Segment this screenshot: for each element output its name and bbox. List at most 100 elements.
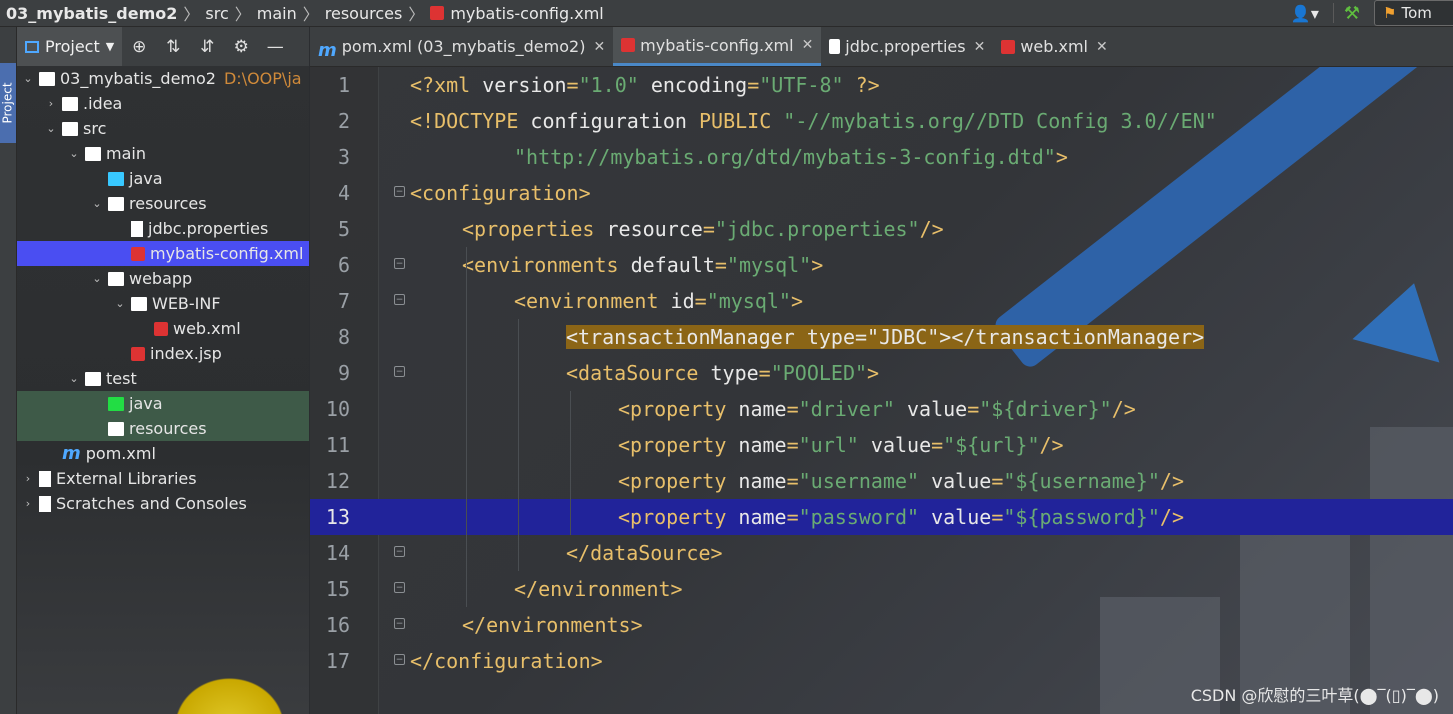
editor-tab[interactable]: m pom.xml (03_mybatis_demo2) ✕ bbox=[310, 27, 613, 66]
xml-file-icon bbox=[154, 321, 168, 336]
tree-item[interactable]: java bbox=[17, 391, 309, 416]
tree-item[interactable]: resources bbox=[17, 416, 309, 441]
code-span: "http://mybatis.org/dtd/mybatis-3-config… bbox=[514, 145, 1068, 169]
tree-item[interactable]: ⌄ webapp bbox=[17, 266, 309, 291]
run-configuration-selector[interactable]: ⚑ Tom bbox=[1374, 0, 1453, 26]
tree-item[interactable]: jdbc.properties bbox=[17, 216, 309, 241]
chevron-right-icon[interactable]: › bbox=[44, 97, 58, 110]
collapse-all-icon[interactable]: ⇵ bbox=[190, 27, 224, 66]
code-token: <dataSource bbox=[566, 361, 711, 385]
code-token: encoding bbox=[638, 73, 748, 97]
code-token: name bbox=[738, 505, 787, 529]
chevron-down-icon[interactable]: ⌄ bbox=[21, 72, 35, 85]
chevron-down-icon[interactable]: ⌄ bbox=[67, 147, 81, 160]
expand-all-icon[interactable]: ⇅ bbox=[156, 27, 190, 66]
tree-item-label: main bbox=[106, 144, 146, 163]
tree-item[interactable]: ⌄ 03_mybatis_demo2 D:\OOP\ja bbox=[17, 66, 309, 91]
web-folder-icon bbox=[108, 271, 124, 286]
code-line[interactable]: 17 − </configuration> bbox=[310, 643, 1453, 679]
tree-item[interactable]: ⌄ WEB-INF bbox=[17, 291, 309, 316]
chevron-right-icon[interactable]: › bbox=[21, 497, 35, 510]
code-text: <environment id="mysql"> bbox=[514, 283, 803, 319]
code-line[interactable]: 11 <property name="url" value="${url}"/> bbox=[310, 427, 1453, 463]
fold-toggle-icon[interactable]: − bbox=[394, 366, 405, 377]
user-icon[interactable]: 👤▾ bbox=[1291, 4, 1319, 23]
code-editor[interactable]: 1 <?xml version="1.0" encoding="UTF-8" ?>… bbox=[310, 67, 1453, 714]
code-line[interactable]: 9 − <dataSource type="POOLED"> bbox=[310, 355, 1453, 391]
tree-item[interactable]: java bbox=[17, 166, 309, 191]
code-text: <transactionManager type="JDBC"></transa… bbox=[566, 319, 1205, 355]
code-line[interactable]: 14 − </dataSource> bbox=[310, 535, 1453, 571]
close-icon[interactable]: ✕ bbox=[593, 39, 605, 55]
code-line[interactable]: 13 <property name="password" value="${pas… bbox=[310, 499, 1453, 535]
editor-tab[interactable]: mybatis-config.xml ✕ bbox=[613, 27, 822, 66]
code-line[interactable]: 2 <!DOCTYPE configuration PUBLIC "-//myba… bbox=[310, 103, 1453, 139]
code-token: "username" bbox=[798, 469, 920, 493]
chevron-right-icon[interactable]: › bbox=[21, 472, 35, 485]
fold-toggle-icon[interactable]: − bbox=[394, 546, 405, 557]
code-line[interactable]: 7 − <environment id="mysql"> bbox=[310, 283, 1453, 319]
fold-toggle-icon[interactable]: − bbox=[394, 294, 405, 305]
code-line[interactable]: 15 − </environment> bbox=[310, 571, 1453, 607]
indent-guide bbox=[570, 391, 571, 535]
breadcrumb-project[interactable]: 03_mybatis_demo2 bbox=[6, 4, 177, 23]
tree-item[interactable]: › .idea bbox=[17, 91, 309, 116]
breadcrumb-file[interactable]: mybatis-config.xml bbox=[450, 4, 603, 23]
chevron-down-icon[interactable]: ⌄ bbox=[44, 122, 58, 135]
fold-toggle-icon[interactable]: − bbox=[394, 258, 405, 269]
chevron-down-icon[interactable]: ⌄ bbox=[90, 197, 104, 210]
code-line[interactable]: 3 "http://mybatis.org/dtd/mybatis-3-confi… bbox=[310, 139, 1453, 175]
code-token: "url" bbox=[798, 433, 859, 457]
indent-guide bbox=[518, 319, 519, 571]
chevron-down-icon[interactable]: ⌄ bbox=[113, 297, 127, 310]
chevron-down-icon[interactable]: ⌄ bbox=[67, 372, 81, 385]
project-view-selector[interactable]: Project ▼ bbox=[17, 27, 123, 66]
breadcrumb-main[interactable]: main bbox=[257, 4, 297, 23]
tree-item[interactable]: ⌄ main bbox=[17, 141, 309, 166]
code-span: <property name="driver" value="${driver}… bbox=[618, 397, 1136, 421]
gear-icon[interactable]: ⚙ bbox=[224, 27, 258, 66]
chevron-down-icon[interactable]: ⌄ bbox=[90, 272, 104, 285]
fold-toggle-icon[interactable]: − bbox=[394, 618, 405, 629]
code-text: </dataSource> bbox=[566, 535, 723, 571]
breadcrumb-resources[interactable]: resources bbox=[325, 4, 403, 23]
close-icon[interactable]: ✕ bbox=[1096, 39, 1108, 55]
tree-item[interactable]: › Scratches and Consoles bbox=[17, 491, 309, 516]
code-line[interactable]: 1 <?xml version="1.0" encoding="UTF-8" ?> bbox=[310, 67, 1453, 103]
code-line[interactable]: 4 − <configuration> bbox=[310, 175, 1453, 211]
tree-item[interactable]: ⌄ src bbox=[17, 116, 309, 141]
build-hammer-icon[interactable]: ⚒ bbox=[1344, 3, 1360, 24]
code-span: <configuration> bbox=[410, 181, 591, 205]
close-icon[interactable]: ✕ bbox=[974, 39, 986, 55]
breadcrumb-src[interactable]: src bbox=[205, 4, 228, 23]
hide-icon[interactable]: — bbox=[258, 27, 292, 66]
tree-item[interactable]: ⌄ resources bbox=[17, 191, 309, 216]
fold-toggle-icon[interactable]: − bbox=[394, 582, 405, 593]
code-line[interactable]: 12 <property name="username" value="${use… bbox=[310, 463, 1453, 499]
close-icon[interactable]: ✕ bbox=[802, 37, 814, 53]
fold-toggle-icon[interactable]: − bbox=[394, 654, 405, 665]
fold-toggle-icon[interactable]: − bbox=[394, 186, 405, 197]
project-tool-window-button[interactable]: Project bbox=[0, 63, 16, 143]
tree-item[interactable]: ⌄ test bbox=[17, 366, 309, 391]
editor-tab[interactable]: web.xml ✕ bbox=[993, 27, 1115, 66]
code-line[interactable]: 6 − <environments default="mysql"> bbox=[310, 247, 1453, 283]
code-span: <dataSource type="POOLED"> bbox=[566, 361, 879, 385]
editor-tab[interactable]: jdbc.properties ✕ bbox=[821, 27, 993, 66]
code-line[interactable]: 16 − </environments> bbox=[310, 607, 1453, 643]
tree-item[interactable]: › External Libraries bbox=[17, 466, 309, 491]
tree-item[interactable]: web.xml bbox=[17, 316, 309, 341]
tree-item[interactable]: index.jsp bbox=[17, 341, 309, 366]
tree-item[interactable]: m pom.xml bbox=[17, 441, 309, 466]
tree-item[interactable]: mybatis-config.xml bbox=[17, 241, 309, 266]
code-token: value bbox=[858, 433, 932, 457]
code-text: <configuration> bbox=[410, 175, 591, 211]
code-line[interactable]: 10 <property name="driver" value="${drive… bbox=[310, 391, 1453, 427]
code-line[interactable]: 5 <properties resource="jdbc.properties"/… bbox=[310, 211, 1453, 247]
code-token: = bbox=[786, 397, 799, 421]
project-tree[interactable]: ⌄ 03_mybatis_demo2 D:\OOP\ja › .idea ⌄ src ⌄ mai… bbox=[17, 66, 309, 714]
code-token: /> bbox=[1159, 505, 1184, 529]
line-number: 16 bbox=[325, 613, 350, 637]
code-line[interactable]: 8 <transactionManager type="JDBC"></trans… bbox=[310, 319, 1453, 355]
locate-file-icon[interactable]: ⊕ bbox=[122, 27, 156, 66]
